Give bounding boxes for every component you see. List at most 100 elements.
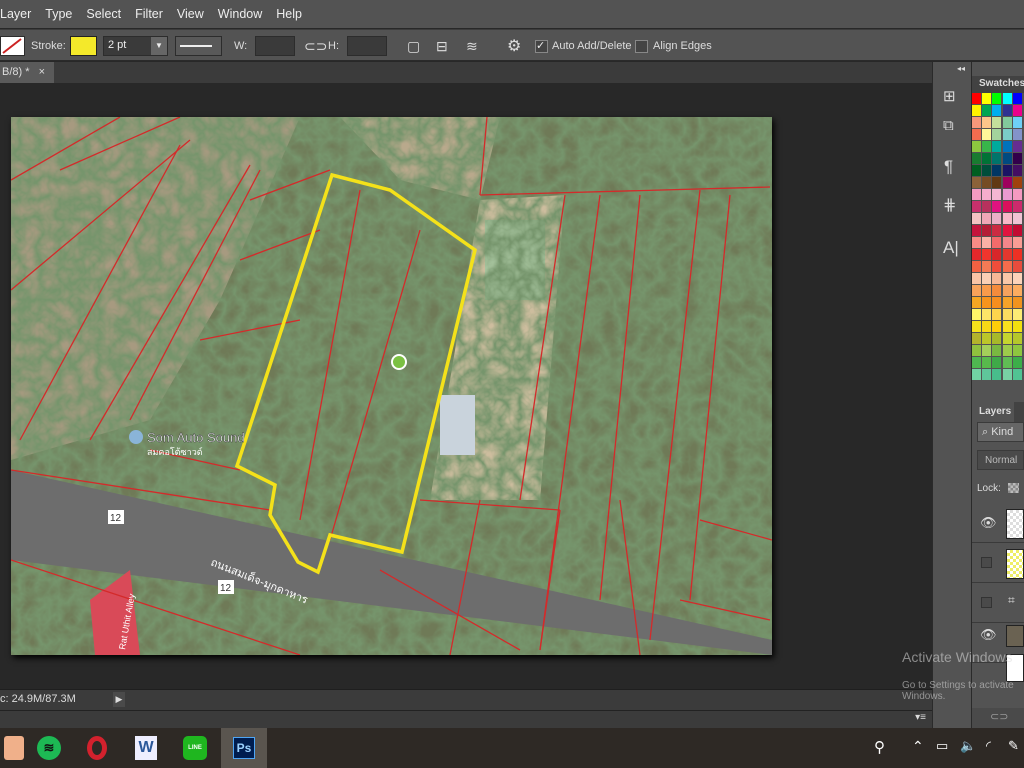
width-input[interactable] <box>255 36 295 56</box>
eye-icon[interactable]: 👁 <box>980 515 997 531</box>
swatch[interactable] <box>982 189 992 200</box>
menu-filter[interactable]: Filter <box>135 7 163 21</box>
volume-icon[interactable]: 🔈 <box>960 738 976 754</box>
swatch[interactable] <box>1012 165 1022 176</box>
swatch[interactable] <box>972 285 981 296</box>
swatch[interactable] <box>992 273 1002 284</box>
blend-mode-select[interactable]: Normal <box>977 450 1024 470</box>
swatch[interactable] <box>992 369 1002 380</box>
swatch[interactable] <box>1012 129 1022 140</box>
link-layers-icon[interactable]: ⊂⊃ <box>972 708 1024 728</box>
swatch[interactable] <box>992 297 1002 308</box>
swatch[interactable] <box>1012 321 1022 332</box>
swatch[interactable] <box>972 369 981 380</box>
menu-select[interactable]: Select <box>86 7 121 21</box>
auto-add-delete-checkbox[interactable]: ✓ Auto Add/Delete <box>535 30 632 62</box>
swatch[interactable] <box>1012 261 1022 272</box>
layers-tab[interactable]: Layers <box>972 402 1014 422</box>
swatch[interactable] <box>1002 189 1012 200</box>
swatch[interactable] <box>982 261 992 272</box>
swatch[interactable] <box>992 153 1002 164</box>
swatch[interactable] <box>1002 165 1012 176</box>
close-icon[interactable]: × <box>39 66 45 78</box>
status-menu-arrow-icon[interactable]: ▶ <box>113 692 125 707</box>
swatch[interactable] <box>982 297 992 308</box>
swatch[interactable] <box>1012 273 1022 284</box>
swatch[interactable] <box>992 165 1002 176</box>
swatch[interactable] <box>1012 345 1022 356</box>
path-operations-icon[interactable]: ▢ <box>407 30 420 62</box>
swatch[interactable] <box>982 273 992 284</box>
lock-transparency-icon[interactable] <box>1008 483 1019 493</box>
swatch[interactable] <box>1012 237 1022 248</box>
swatch[interactable] <box>1012 249 1022 260</box>
swatch[interactable] <box>972 213 981 224</box>
wifi-icon[interactable]: ◜ <box>986 738 991 754</box>
swatch[interactable] <box>1002 129 1012 140</box>
swatch[interactable] <box>992 105 1002 116</box>
swatch[interactable] <box>1002 345 1012 356</box>
swatch[interactable] <box>992 189 1002 200</box>
swatch[interactable] <box>1002 285 1012 296</box>
swatch[interactable] <box>972 249 981 260</box>
satellite-map-image[interactable]: Som Auto Sound สมคอโต้ซาวด์ 12 12 ถนนสมเ… <box>11 117 772 655</box>
swatch[interactable] <box>1012 213 1022 224</box>
swatch[interactable] <box>972 309 981 320</box>
swatch[interactable] <box>982 165 992 176</box>
layer-row[interactable]: 👁 <box>972 503 1024 543</box>
eye-icon[interactable]: 👁 <box>980 627 997 643</box>
height-input[interactable] <box>347 36 387 56</box>
swatch[interactable] <box>1002 369 1012 380</box>
align-edges-checkbox[interactable]: Align Edges <box>635 30 712 62</box>
swatch[interactable] <box>1002 273 1012 284</box>
menu-view[interactable]: View <box>177 7 204 21</box>
swatch[interactable] <box>982 249 992 260</box>
swatch[interactable] <box>992 201 1002 212</box>
path-alignment-icon[interactable]: ⊟ <box>436 30 448 62</box>
swatch[interactable] <box>972 153 981 164</box>
paragraph-icon[interactable]: ¶ <box>944 157 953 177</box>
swatch[interactable] <box>972 93 981 104</box>
document-tab[interactable]: B/8) * × <box>0 62 54 83</box>
grid-icon[interactable]: ⋕ <box>943 195 956 215</box>
map-pin-icon[interactable] <box>391 354 407 370</box>
stroke-width-select[interactable]: 2 pt ▼ <box>103 36 168 56</box>
swatch[interactable] <box>1002 333 1012 344</box>
swatch[interactable] <box>1012 189 1022 200</box>
swatch[interactable] <box>972 105 981 116</box>
swatch[interactable] <box>972 201 981 212</box>
swatch[interactable] <box>992 357 1002 368</box>
swatch[interactable] <box>1012 357 1022 368</box>
swatch[interactable] <box>982 345 992 356</box>
swatch[interactable] <box>982 201 992 212</box>
swatch[interactable] <box>1002 297 1012 308</box>
swatch[interactable] <box>1002 153 1012 164</box>
swatch[interactable] <box>992 249 1002 260</box>
swatch[interactable] <box>982 177 992 188</box>
swatch[interactable] <box>1002 261 1012 272</box>
swatch[interactable] <box>1012 333 1022 344</box>
swatch[interactable] <box>992 285 1002 296</box>
panel-menu-icon[interactable]: ▾≡ <box>915 712 926 723</box>
taskbar-line[interactable]: LINE <box>172 728 218 768</box>
swatch[interactable] <box>972 177 981 188</box>
layer-row[interactable] <box>972 543 1024 583</box>
swatch[interactable] <box>992 117 1002 128</box>
swatch[interactable] <box>992 309 1002 320</box>
link-icon[interactable]: ⊂⊃ <box>304 30 327 62</box>
swatch[interactable] <box>1012 225 1022 236</box>
swatch[interactable] <box>992 345 1002 356</box>
swatch[interactable] <box>972 273 981 284</box>
swatch[interactable] <box>1002 213 1012 224</box>
swatch[interactable] <box>982 105 992 116</box>
swatch[interactable] <box>972 141 981 152</box>
taskbar-photoshop[interactable]: Ps <box>221 728 267 768</box>
swatch[interactable] <box>972 333 981 344</box>
swatch[interactable] <box>982 141 992 152</box>
swatch[interactable] <box>1002 177 1012 188</box>
battery-icon[interactable]: ▭ <box>936 738 948 754</box>
swatch[interactable] <box>992 177 1002 188</box>
stroke-type-select[interactable] <box>175 36 222 56</box>
fill-swatch[interactable] <box>0 36 25 56</box>
swatch[interactable] <box>992 321 1002 332</box>
